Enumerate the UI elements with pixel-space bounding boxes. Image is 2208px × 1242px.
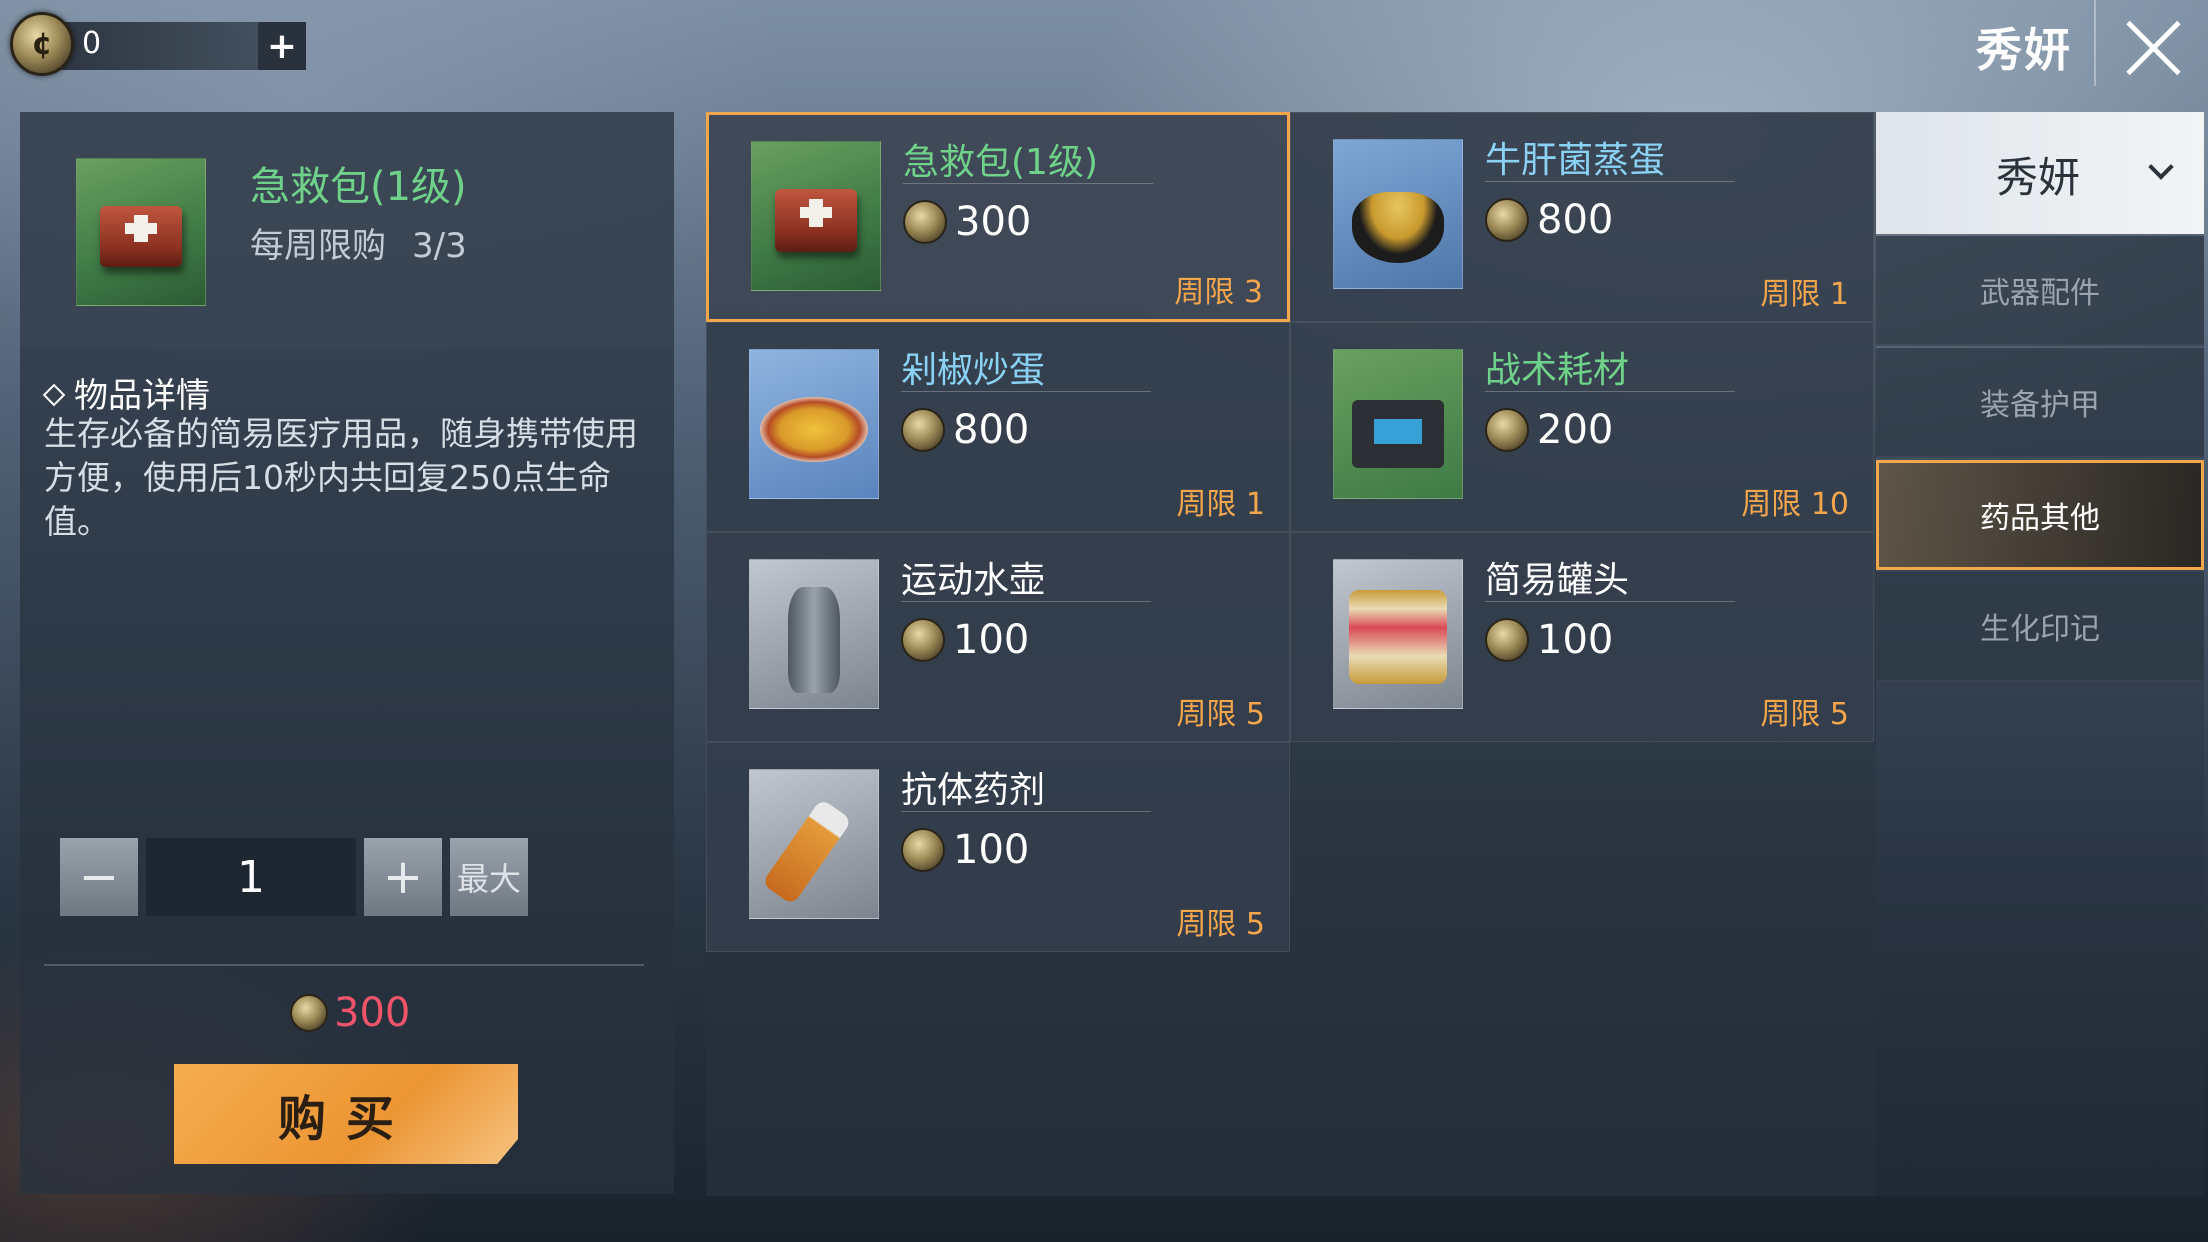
weekly-limit: 周限 5: [1176, 697, 1265, 732]
decrease-button[interactable]: −: [60, 838, 138, 916]
price-value: 800: [1537, 197, 1614, 243]
item-price: 100: [901, 615, 1029, 665]
total-price: 300: [290, 988, 410, 1038]
weekly-limit: 周限 1: [1176, 487, 1265, 522]
category-tabs: 秀妍 武器配件 装备护甲 药品其他 生化印记: [1876, 112, 2204, 1196]
dropdown-label: 秀妍: [1996, 153, 2081, 202]
chevron-down-icon: [2148, 154, 2174, 180]
item-price: 100: [901, 825, 1029, 875]
battery-icon: [1333, 349, 1463, 499]
detail-item-name: 急救包(1级): [250, 164, 467, 210]
price-value: 200: [1537, 407, 1614, 453]
divider: [903, 183, 1153, 184]
weekly-limit-value: 3/3: [412, 226, 467, 266]
coin-icon: [903, 200, 947, 244]
item-price: 800: [1485, 195, 1613, 245]
coin-icon: [1485, 408, 1529, 452]
detail-header: 急救包(1级) 每周限购 3/3: [20, 112, 674, 348]
canned-food-icon: [1333, 559, 1463, 709]
item-name: 简易罐头: [1485, 560, 1630, 601]
coin-icon: ¢: [10, 12, 74, 76]
item-name: 剁椒炒蛋: [901, 350, 1046, 391]
price-value: 100: [953, 617, 1030, 663]
price-value: 800: [953, 407, 1030, 453]
pill-bottle-icon: [749, 769, 879, 919]
item-card[interactable]: 剁椒炒蛋 800 周限 1: [706, 322, 1290, 532]
quantity-field[interactable]: 1: [146, 838, 356, 916]
coin-icon: [290, 994, 328, 1032]
max-button[interactable]: 最大: [450, 838, 528, 916]
item-price: 100: [1485, 615, 1613, 665]
weekly-limit: 周限 10: [1741, 487, 1849, 522]
quantity-stepper: − 1 + 最大: [60, 838, 640, 918]
item-card[interactable]: 抗体药剂 100 周限 5: [706, 742, 1290, 952]
item-price: 300: [903, 197, 1031, 247]
weekly-limit: 周限 5: [1760, 697, 1849, 732]
coin-icon: [1485, 618, 1529, 662]
weekly-limit: 周限 3: [1174, 275, 1263, 310]
tab-bio-marks[interactable]: 生化印记: [1876, 572, 2204, 682]
increase-button[interactable]: +: [364, 838, 442, 916]
item-name: 急救包(1级): [903, 142, 1098, 183]
tab-medicine-other[interactable]: 药品其他: [1876, 460, 2204, 570]
divider: [901, 811, 1151, 812]
item-detail-panel: 急救包(1级) 每周限购 3/3 物品详情 生存必备的简易医疗用品，随身携带使用方…: [20, 112, 674, 1194]
character-dropdown[interactable]: 秀妍: [1876, 112, 2204, 234]
item-card[interactable]: 战术耗材 200 周限 10: [1290, 322, 1874, 532]
divider: [901, 391, 1151, 392]
medkit-icon: [76, 158, 206, 306]
price-value: 300: [955, 199, 1032, 245]
divider: [44, 964, 644, 966]
weekly-limit-label: 每周限购: [250, 226, 386, 266]
divider: [901, 601, 1151, 602]
detail-weekly-limit: 每周限购 3/3: [250, 218, 467, 267]
fried-egg-icon: [749, 349, 879, 499]
currency-display: ¢ 0 +: [10, 12, 306, 76]
currency-amount: 0: [82, 26, 102, 61]
price-value: 100: [953, 827, 1030, 873]
item-name: 牛肝菌蒸蛋: [1485, 140, 1666, 181]
item-price: 800: [901, 405, 1029, 455]
steamed-egg-icon: [1333, 139, 1463, 289]
item-card[interactable]: 运动水壶 100 周限 5: [706, 532, 1290, 742]
weekly-limit: 周限 1: [1760, 277, 1849, 312]
divider: [1485, 391, 1735, 392]
coin-icon: [1485, 198, 1529, 242]
item-description: 生存必备的简易医疗用品，随身携带使用方便，使用后10秒内共回复250点生命值。: [44, 414, 638, 541]
item-card[interactable]: 牛肝菌蒸蛋 800 周限 1: [1290, 112, 1874, 322]
tab-weapon-attachments[interactable]: 武器配件: [1876, 236, 2204, 346]
price-value: 100: [1537, 617, 1614, 663]
total-price-value: 300: [334, 990, 411, 1036]
weekly-limit: 周限 5: [1176, 907, 1265, 942]
item-name: 抗体药剂: [901, 770, 1046, 811]
divider: [1485, 181, 1735, 182]
add-currency-button[interactable]: +: [258, 22, 306, 70]
section-title: 物品详情: [42, 368, 210, 417]
item-name: 战术耗材: [1485, 350, 1630, 391]
item-price: 200: [1485, 405, 1613, 455]
item-card[interactable]: 急救包(1级) 300 周限 3: [706, 112, 1290, 322]
medkit-icon: [751, 141, 881, 291]
divider: [2094, 0, 2096, 86]
coin-icon: [901, 828, 945, 872]
coin-icon: [901, 618, 945, 662]
item-card[interactable]: 简易罐头 100 周限 5: [1290, 532, 1874, 742]
divider: [1485, 601, 1735, 602]
tab-armor[interactable]: 装备护甲: [1876, 348, 2204, 458]
water-bottle-icon: [749, 559, 879, 709]
buy-button[interactable]: 购买: [174, 1064, 518, 1164]
diamond-icon: [42, 383, 66, 407]
close-icon[interactable]: [2120, 12, 2186, 78]
top-bar: ¢ 0 + 秀妍: [0, 0, 2208, 90]
item-grid: 急救包(1级) 300 周限 3 牛肝菌蒸蛋 800 周限 1 剁椒炒蛋 800…: [706, 112, 1876, 1196]
coin-icon: [901, 408, 945, 452]
player-name: 秀妍: [1976, 23, 2072, 77]
item-name: 运动水壶: [901, 560, 1046, 601]
